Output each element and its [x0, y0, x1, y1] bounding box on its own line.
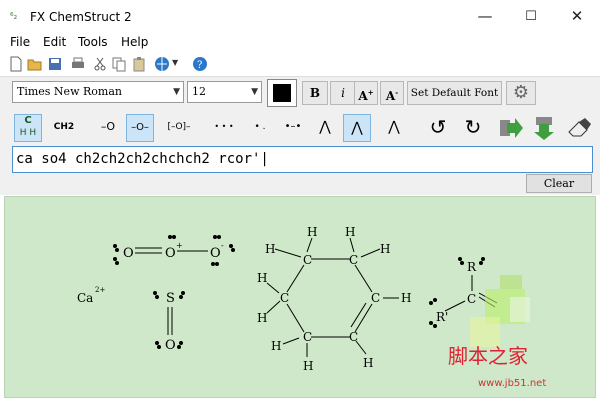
maximize-button[interactable]: ☐: [508, 0, 554, 33]
ring-carbon: C: [371, 291, 380, 305]
ring-hydrogen: H: [257, 271, 267, 285]
cut-icon[interactable]: [92, 56, 108, 72]
watermark-tiles: [470, 275, 530, 347]
bold-button[interactable]: B: [302, 81, 328, 105]
menu-help[interactable]: Help: [121, 35, 148, 49]
caret-dots2-button[interactable]: ⋀: [379, 114, 409, 142]
svg-text:?: ?: [197, 60, 202, 71]
print-icon[interactable]: [70, 56, 86, 72]
rotate-right-icon[interactable]: ↻: [459, 114, 487, 142]
grow-font-button[interactable]: A+: [354, 81, 378, 105]
atom-label: O: [165, 246, 176, 261]
ring-hydrogen: H: [303, 359, 313, 373]
ring-hydrogen: H: [265, 242, 275, 256]
italic-button[interactable]: i: [330, 81, 356, 105]
charge-label: +: [176, 241, 183, 250]
save-icon[interactable]: [47, 56, 63, 72]
font-size-select[interactable]: 12 ▼: [187, 81, 262, 103]
close-button[interactable]: ✕: [554, 0, 600, 33]
ring-carbon: C: [280, 291, 289, 305]
ring-hydrogen: H: [401, 291, 411, 305]
clear-button[interactable]: Clear: [526, 174, 592, 193]
r-group: R: [467, 260, 477, 274]
ring-hydrogen: H: [380, 242, 390, 256]
quick-toolbar: ▼ ?: [0, 53, 600, 75]
ring-hydrogen: H: [307, 225, 317, 239]
watermark-logo: 脚本之家: [448, 344, 528, 368]
open-folder-icon[interactable]: [27, 56, 43, 72]
new-file-icon[interactable]: [8, 56, 24, 72]
atom-label: S: [166, 291, 175, 306]
copy-icon[interactable]: [111, 56, 127, 72]
ring-hydrogen: H: [257, 311, 267, 325]
calcium-label: Ca: [77, 291, 93, 305]
ch2-button[interactable]: CH2: [50, 114, 78, 142]
ozone-structure: O O + O -: [113, 235, 235, 266]
charge-label: -: [221, 241, 224, 250]
color-picker[interactable]: [267, 79, 297, 107]
atom-label: O: [123, 246, 134, 261]
help-icon[interactable]: ?: [192, 56, 208, 72]
atom-label: O: [165, 338, 176, 353]
caret-dots-button[interactable]: ⋀: [343, 114, 371, 142]
font-family-select[interactable]: Times New Roman ▼: [12, 81, 184, 103]
ring-hydrogen: H: [271, 339, 281, 353]
chevron-down-icon[interactable]: ▼: [172, 58, 188, 74]
paste-icon[interactable]: [131, 56, 147, 72]
ring-hydrogen: H: [363, 356, 373, 370]
so-structure: S O: [153, 291, 185, 353]
menu-tools[interactable]: Tools: [78, 35, 108, 49]
web-icon[interactable]: [154, 56, 170, 72]
r-prime-group: R': [436, 310, 448, 324]
bracket-o-button[interactable]: [–O]–: [163, 114, 195, 142]
ring-carbon: C: [349, 253, 358, 267]
calcium-charge: 2+: [95, 286, 105, 294]
grow-font-label: A: [358, 89, 368, 103]
set-default-font-button[interactable]: Set Default Font: [407, 81, 502, 105]
minimize-button[interactable]: —: [462, 0, 508, 33]
menu-bar: File Edit Tools Help: [0, 33, 600, 53]
title-bar: ⁶₂ FX ChemStruct 2 — ☐ ✕: [0, 0, 600, 33]
hydrogen-c-button[interactable]: CH H: [14, 114, 42, 142]
shrink-font-label: A: [385, 89, 396, 103]
app-icon: ⁶₂: [10, 12, 18, 22]
menu-file[interactable]: File: [10, 35, 30, 49]
cyclohexene-structure: C C C C C C H H H H H H H H H H: [257, 225, 411, 373]
bond-dots-button[interactable]: •–•: [278, 114, 308, 142]
chevron-down-icon: ▼: [251, 87, 258, 97]
insert-down-icon[interactable]: [530, 114, 558, 142]
eraser-icon[interactable]: [565, 114, 593, 142]
ring-carbon: C: [303, 330, 312, 344]
insert-right-icon[interactable]: [497, 114, 525, 142]
dash-o-button[interactable]: –O: [94, 114, 122, 142]
shrink-font-button[interactable]: A-: [380, 81, 404, 105]
font-family-value: Times New Roman: [17, 85, 122, 98]
caret-button[interactable]: ⋀: [310, 114, 340, 142]
watermark-url: www.jb51.net: [478, 378, 547, 389]
atom-label: O: [210, 246, 221, 261]
color-swatch: [273, 84, 291, 102]
ring-carbon: C: [303, 253, 312, 267]
window-title: FX ChemStruct 2: [30, 10, 132, 24]
calcium-ion: Ca 2+: [77, 286, 105, 305]
formula-input[interactable]: ca so4 ch2ch2ch2chchch2 rcor'|: [12, 146, 593, 173]
menu-edit[interactable]: Edit: [43, 35, 66, 49]
settings-gear-icon[interactable]: ⚙: [506, 81, 536, 105]
three-dots-button[interactable]: • • •: [208, 114, 240, 142]
two-dots-button[interactable]: • .: [245, 114, 275, 142]
chevron-down-icon: ▼: [173, 87, 180, 97]
dash-o-minus-button[interactable]: –O–: [126, 114, 154, 142]
rotate-left-icon[interactable]: ↺: [424, 114, 452, 142]
carbonyl-carbon: C: [467, 292, 476, 306]
ring-hydrogen: H: [345, 225, 355, 239]
hydrogen-c-label: C: [24, 115, 32, 126]
font-size-value: 12: [192, 85, 206, 98]
